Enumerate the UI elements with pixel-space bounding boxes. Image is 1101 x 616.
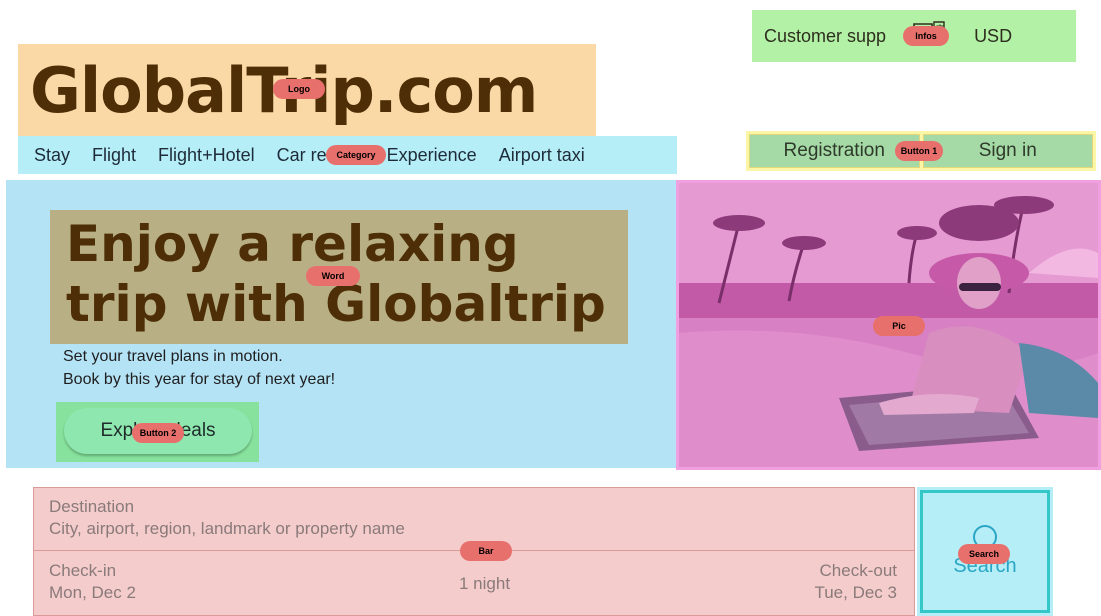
check-out-field[interactable]: Check-out Tue, Dec 3 xyxy=(814,560,897,604)
tag-infos: Infos xyxy=(903,26,949,46)
tag-pic: Pic xyxy=(873,316,925,336)
check-in-label: Check-in xyxy=(49,561,117,580)
tag-search: Search xyxy=(958,544,1010,564)
nav-item-flight-hotel[interactable]: Flight+Hotel xyxy=(158,145,255,166)
destination-input[interactable]: City, airport, region, landmark or prope… xyxy=(49,518,914,540)
registration-button[interactable]: Registration xyxy=(749,134,920,168)
nights-count: 1 night xyxy=(459,574,511,593)
subtext-line-1: Set your travel plans in motion. xyxy=(63,348,283,365)
check-in-field[interactable]: Check-in Mon, Dec 2 xyxy=(49,560,136,604)
tag-word: Word xyxy=(306,266,360,286)
nav-item-flight[interactable]: Flight xyxy=(92,145,136,166)
nav-item-airport-taxi[interactable]: Airport taxi xyxy=(499,145,585,166)
tag-button2: Button 2 xyxy=(132,423,184,443)
hero-section: Enjoy a relaxing trip with Globaltrip Se… xyxy=(6,180,676,468)
tag-logo: Logo xyxy=(273,79,325,99)
headline-line-1: Enjoy a relaxing xyxy=(66,215,519,273)
nav-item-experience[interactable]: Experience xyxy=(387,145,477,166)
check-out-label: Check-out xyxy=(819,561,897,580)
sign-in-button[interactable]: Sign in xyxy=(922,134,1093,168)
customer-support-link[interactable]: Customer supp xyxy=(764,26,886,47)
nav-item-stay[interactable]: Stay xyxy=(34,145,70,166)
currency-selector[interactable]: USD xyxy=(974,26,1012,47)
tag-button1: Button 1 xyxy=(895,141,943,161)
page: Customer supp A 文 USD GlobalTrip.com Sta… xyxy=(0,0,1101,616)
subtext-line-2: Book by this year for stay of next year! xyxy=(63,371,336,388)
hero-subtext: Set your travel plans in motion. Book by… xyxy=(63,345,335,391)
tag-bar: Bar xyxy=(460,541,512,561)
destination-label: Destination xyxy=(49,497,135,516)
check-out-value: Tue, Dec 3 xyxy=(814,583,897,602)
check-in-value: Mon, Dec 2 xyxy=(49,583,136,602)
tag-category: Category xyxy=(326,145,386,165)
